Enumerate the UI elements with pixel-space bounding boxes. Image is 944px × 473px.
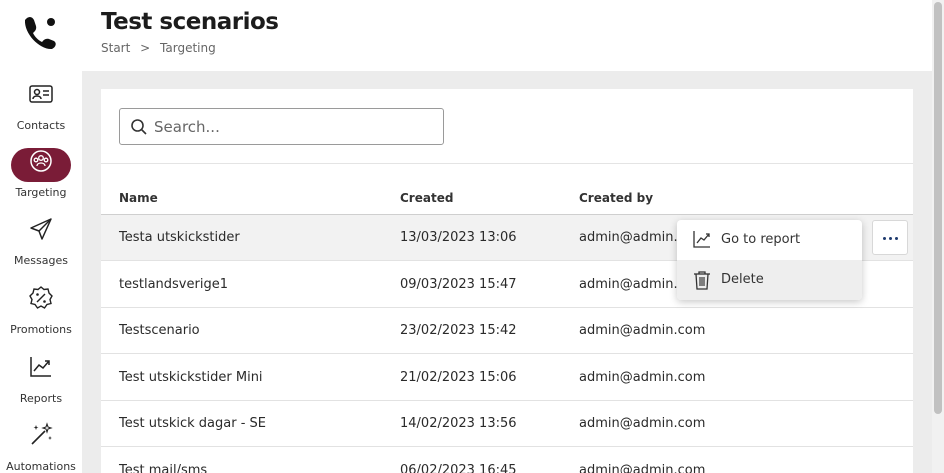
more-dots-icon <box>883 237 886 240</box>
sidebar-item-targeting[interactable]: Targeting <box>0 144 82 199</box>
row-actions-button[interactable] <box>872 220 908 255</box>
cell-created-by: admin@admin.com <box>579 370 706 385</box>
cell-name: Test utskickstider Mini <box>119 370 263 385</box>
row-context-menu: Go to report Delete <box>677 220 862 300</box>
menu-item-label: Go to report <box>721 232 801 247</box>
cell-created: 14/02/2023 13:56 <box>400 416 517 431</box>
search-input[interactable] <box>154 115 434 139</box>
sidebar-item-reports[interactable]: Reports <box>0 351 82 405</box>
page-scrollbar[interactable] <box>932 0 944 473</box>
cell-name: Testa utskickstider <box>119 230 240 245</box>
cell-created: 21/02/2023 15:06 <box>400 370 517 385</box>
page-title: Test scenarios <box>101 9 279 35</box>
trend-chart-icon <box>11 354 71 388</box>
breadcrumb-current: Targeting <box>160 41 216 55</box>
magic-wand-icon <box>11 422 71 456</box>
scrollbar-thumb[interactable] <box>934 2 942 414</box>
sidebar-item-promotions[interactable]: Promotions <box>0 282 82 336</box>
sidebar-item-contacts[interactable]: Contacts <box>0 78 82 132</box>
column-header-created-by[interactable]: Created by <box>579 191 653 205</box>
page-header: Test scenarios Start > Targeting <box>82 0 932 71</box>
cell-name: testlandsverige1 <box>119 277 228 292</box>
more-dots-icon <box>895 237 898 240</box>
cell-created-by: admin@admin.com <box>579 416 706 431</box>
table-row[interactable]: Test utskick dagar - SE 14/02/2023 13:56… <box>101 401 913 447</box>
cell-created: 06/02/2023 16:45 <box>400 463 517 473</box>
table-row[interactable]: Test mail/sms 06/02/2023 16:45 admin@adm… <box>101 448 913 473</box>
sidebar-item-label: Targeting <box>15 186 67 199</box>
table-row[interactable]: Testscenario 23/02/2023 15:42 admin@admi… <box>101 308 913 354</box>
breadcrumb-start-link[interactable]: Start <box>101 41 130 55</box>
cell-name: Test utskick dagar - SE <box>119 416 266 431</box>
cell-created: 13/03/2023 13:06 <box>400 230 517 245</box>
sidebar-item-automations[interactable]: Automations <box>0 419 82 473</box>
menu-item-label: Delete <box>721 272 764 287</box>
divider <box>101 163 913 164</box>
sidebar-item-label: Contacts <box>16 119 66 132</box>
more-dots-icon <box>889 237 892 240</box>
column-header-name[interactable]: Name <box>119 191 158 205</box>
search-icon <box>131 119 147 135</box>
breadcrumb: Start > Targeting <box>101 41 222 55</box>
menu-item-go-to-report[interactable]: Go to report <box>677 220 862 260</box>
menu-item-delete[interactable]: Delete <box>677 260 862 300</box>
sidebar-item-label: Promotions <box>10 323 72 336</box>
discount-badge-icon <box>11 285 71 319</box>
cell-created: 23/02/2023 15:42 <box>400 323 517 338</box>
search-box[interactable] <box>119 108 444 145</box>
sidebar-item-label: Messages <box>14 254 68 267</box>
contact-card-icon <box>11 81 71 115</box>
cell-created: 09/03/2023 15:47 <box>400 277 517 292</box>
sidebar: Contacts Targeting Messages Promotions R… <box>0 0 82 473</box>
audience-icon <box>11 148 71 182</box>
brand-logo-icon[interactable] <box>22 12 60 50</box>
cell-created-by: admin@admin.com <box>579 323 706 338</box>
paper-plane-icon <box>11 216 71 250</box>
cell-name: Test mail/sms <box>119 463 208 473</box>
cell-name: Testscenario <box>119 323 200 338</box>
sidebar-item-label: Reports <box>19 392 63 405</box>
column-header-created[interactable]: Created <box>400 191 453 205</box>
cell-created-by: admin@admin.com <box>579 463 706 473</box>
report-chart-icon <box>693 231 710 248</box>
breadcrumb-separator: > <box>140 41 151 55</box>
table-row[interactable]: Test utskickstider Mini 21/02/2023 15:06… <box>101 355 913 401</box>
trash-icon <box>694 271 710 290</box>
sidebar-item-messages[interactable]: Messages <box>0 213 82 267</box>
sidebar-item-label: Automations <box>6 460 76 473</box>
